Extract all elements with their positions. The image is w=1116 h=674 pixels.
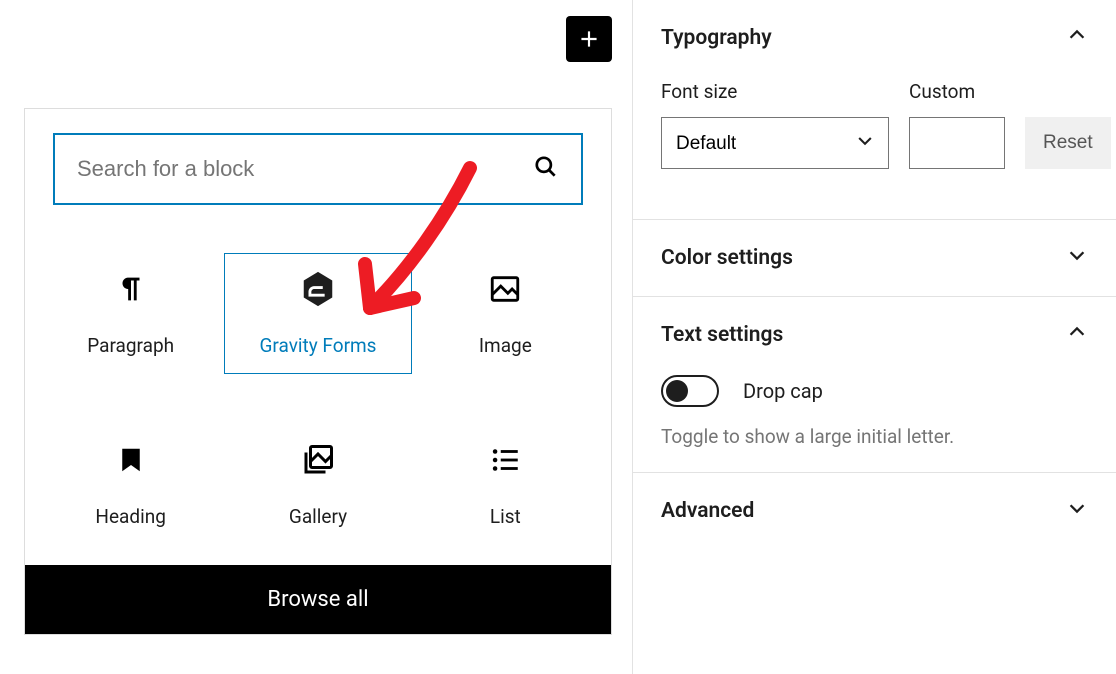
text-settings-panel: Text settings Drop cap Toggle to show a … xyxy=(633,297,1116,473)
advanced-header[interactable]: Advanced xyxy=(661,497,1088,525)
settings-sidebar: Typography Font size Default Custom xyxy=(632,0,1116,674)
typography-panel: Typography Font size Default Custom xyxy=(633,0,1116,220)
block-item-heading[interactable]: Heading xyxy=(37,424,224,545)
block-item-image[interactable]: Image xyxy=(412,253,599,374)
block-search-field[interactable] xyxy=(53,133,583,205)
block-grid: Paragraph Gravity Forms Image Heading xyxy=(25,223,611,565)
custom-label: Custom xyxy=(909,80,1005,103)
editor-canvas: Paragraph Gravity Forms Image Heading xyxy=(0,0,630,674)
panel-title: Advanced xyxy=(661,499,754,523)
image-icon xyxy=(486,270,524,308)
block-label: Gravity Forms xyxy=(259,334,376,357)
search-icon xyxy=(533,154,559,184)
custom-font-size-input[interactable] xyxy=(909,117,1005,169)
drop-cap-label: Drop cap xyxy=(743,379,823,403)
chevron-down-icon xyxy=(1066,497,1088,525)
panel-title: Color settings xyxy=(661,246,793,270)
block-item-gravity-forms[interactable]: Gravity Forms xyxy=(224,253,411,374)
paragraph-icon xyxy=(112,270,150,308)
chevron-up-icon xyxy=(1066,321,1088,349)
block-label: Image xyxy=(479,334,532,357)
reset-button[interactable]: Reset xyxy=(1025,117,1111,169)
block-inserter-panel: Paragraph Gravity Forms Image Heading xyxy=(24,108,612,635)
browse-all-button[interactable]: Browse all xyxy=(25,565,611,634)
block-label: Paragraph xyxy=(87,334,174,357)
font-size-select[interactable]: Default xyxy=(661,117,889,169)
panel-title: Text settings xyxy=(661,323,783,347)
chevron-up-icon xyxy=(1066,24,1088,52)
block-label: List xyxy=(490,505,521,528)
add-block-button[interactable] xyxy=(566,16,612,62)
block-item-list[interactable]: List xyxy=(412,424,599,545)
block-label: Gallery xyxy=(289,505,347,528)
bookmark-icon xyxy=(112,441,150,479)
drop-cap-help: Toggle to show a large initial letter. xyxy=(661,425,1088,448)
block-search-input[interactable] xyxy=(77,156,533,182)
block-item-gallery[interactable]: Gallery xyxy=(224,424,411,545)
drop-cap-toggle[interactable] xyxy=(661,375,719,407)
gravity-forms-icon xyxy=(299,270,337,308)
list-icon xyxy=(486,441,524,479)
color-settings-panel: Color settings xyxy=(633,220,1116,297)
panel-title: Typography xyxy=(661,26,772,50)
font-size-label: Font size xyxy=(661,80,889,103)
block-item-paragraph[interactable]: Paragraph xyxy=(37,253,224,374)
gallery-icon xyxy=(299,441,337,479)
chevron-down-icon xyxy=(1066,244,1088,272)
typography-header[interactable]: Typography xyxy=(661,24,1088,52)
color-settings-header[interactable]: Color settings xyxy=(661,244,1088,272)
text-settings-header[interactable]: Text settings xyxy=(661,321,1088,349)
advanced-panel: Advanced xyxy=(633,473,1116,549)
block-label: Heading xyxy=(95,505,165,528)
